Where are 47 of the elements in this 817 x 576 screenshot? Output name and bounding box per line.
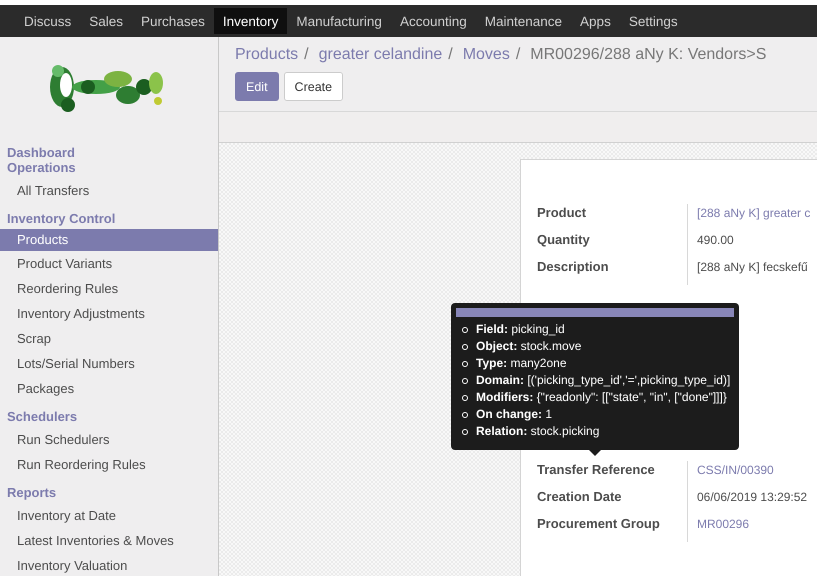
tooltip-entry: Modifiers: {"readonly": [["state", "in", ["done"]]]} (462, 389, 734, 406)
menu-item[interactable]: Manufacturing (287, 5, 391, 37)
sidebar-item[interactable]: Lots/Serial Numbers (0, 351, 218, 376)
tooltip-entry: On change: 1 (462, 406, 734, 423)
field-label: Transfer Reference (537, 461, 656, 479)
create-button[interactable]: Create (284, 72, 344, 101)
menu-item[interactable]: Discuss (15, 5, 80, 37)
tooltip-entry: Domain: [('picking_type_id','=',picking_type_id)] (462, 372, 734, 389)
tooltip-entry: Object: stock.move (462, 338, 734, 355)
tooltip-entry: Relation: stock.picking (462, 423, 734, 440)
field-value: 06/06/2019 13:29:52 (687, 488, 817, 515)
sidebar-item[interactable]: Product Variants (0, 251, 218, 276)
menu-item[interactable]: Accounting (390, 5, 476, 37)
sidebar-item[interactable]: Scrap (0, 326, 218, 351)
menu-item[interactable]: Purchases (132, 5, 214, 37)
sidebar-item[interactable]: Run Schedulers (0, 427, 218, 452)
edit-button[interactable]: Edit (235, 72, 279, 101)
tooltip-entry: Type: many2one (462, 355, 734, 372)
menu-item[interactable]: Apps (571, 5, 620, 37)
field-value: [288 aNy K] fecskefű (687, 258, 817, 285)
field-value[interactable]: CSS/IN/00390 (687, 461, 817, 488)
sidebar-item[interactable]: Latest Inventories & Moves (0, 528, 218, 553)
sidebar-item[interactable]: Run Reordering Rules (0, 452, 218, 477)
tooltip-entry: Field: picking_id (462, 321, 734, 338)
field-value[interactable]: MR00296 (687, 515, 817, 542)
menu-item[interactable]: Settings (620, 5, 687, 37)
field-value: 490.00 (687, 231, 817, 258)
sidebar-item[interactable]: Reordering Rules (0, 276, 218, 301)
menu-item[interactable]: Maintenance (476, 5, 572, 37)
breadcrumb-current: MR00296/288 aNy K: Vendors>S (530, 46, 766, 64)
sidebar-item[interactable]: Inventory Adjustments (0, 301, 218, 326)
field-value[interactable]: [288 aNy K] greater c (687, 204, 817, 231)
sidebar-item[interactable]: Inventory Valuation (0, 553, 218, 576)
breadcrumb-separator: / (516, 46, 520, 64)
field-label: Quantity (537, 231, 591, 249)
breadcrumb-separator: / (448, 46, 453, 64)
field-label: Description (537, 258, 610, 276)
field-label: Creation Date (537, 488, 623, 506)
menu-item[interactable]: Inventory (214, 8, 288, 34)
sidebar-item[interactable]: Inventory at Date (0, 503, 218, 528)
breadcrumb-separator: / (304, 46, 309, 64)
sidebar-item[interactable]: All Transfers (0, 178, 218, 203)
menu-item[interactable]: Sales (80, 5, 132, 37)
sidebar-item[interactable]: Products (0, 229, 218, 251)
field-label: Procurement Group (537, 515, 661, 533)
field-label: Product (537, 204, 588, 222)
sidebar-item[interactable]: Packages (0, 376, 218, 401)
